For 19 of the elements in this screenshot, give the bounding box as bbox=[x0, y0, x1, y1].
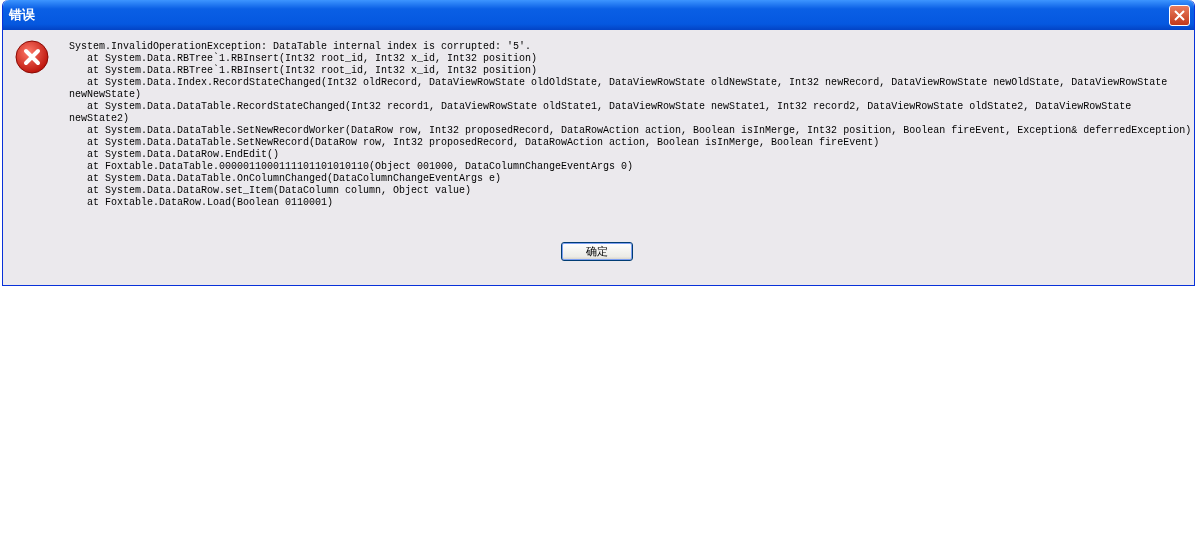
close-button[interactable] bbox=[1169, 4, 1190, 26]
message-line: System.InvalidOperationException: DataTable internal index is corrupted: '5'. bbox=[69, 41, 533, 53]
error-icon bbox=[15, 40, 49, 74]
message-line: at System.Data.RBTree`1.RBInsert(Int32 root_id, Int32 x_id, Int32 position) bbox=[87, 53, 539, 65]
message-line: at Foxtable.DataTable.0000011000111101101010110(Object 001000, DataColumnChangeEventArgs 0) bbox=[86, 161, 635, 173]
window-title: 错误 bbox=[9, 6, 35, 24]
ok-button[interactable]: 确定 bbox=[560, 242, 633, 261]
message-line: at System.Data.Index.RecordStateChanged(Int32 oldRecord, DataViewRowState oldOldState, DataViewRowState oldNewState, Int32 newRecord, DataViewRowState newOldState, DataViewRowState bbox=[86, 77, 1169, 89]
message-line: at System.Data.DataTable.SetNewRecord(DataRow row, Int32 proposedRecord, DataRowAction action, Boolean isInMerge, Boolean fireEvent) bbox=[86, 137, 881, 149]
message-line: at System.Data.DataTable.SetNewRecordWorker(DataRow row, Int32 proposedRecord, DataRowAction action, Boolean isInMerge, Int32 position, Boolean fireEvent, Exception& deferredException) bbox=[86, 125, 1192, 137]
message-line: newState2) bbox=[69, 113, 130, 125]
message-line: at System.Data.DataRow.set_Item(DataColumn column, Object value) bbox=[86, 185, 473, 197]
message-line: at System.Data.DataTable.OnColumnChanged(DataColumnChangeEventArgs e) bbox=[86, 173, 503, 185]
message-line: newNewState) bbox=[69, 89, 142, 101]
message-line: at System.Data.RBTree`1.RBInsert(Int32 root_id, Int32 x_id, Int32 position) bbox=[86, 65, 539, 77]
message-line: at System.Data.DataTable.RecordStateChanged(Int32 record1, DataViewRowState oldState1, DataViewRowState newState1, Int32 record2, DataViewRowState oldState2, DataViewRowState bbox=[86, 101, 1133, 113]
message-line: at Foxtable.DataRow.Load(Boolean 0110001) bbox=[86, 197, 335, 209]
message-line: at System.Data.DataRow.EndEdit() bbox=[86, 149, 281, 161]
close-icon bbox=[1174, 9, 1185, 21]
